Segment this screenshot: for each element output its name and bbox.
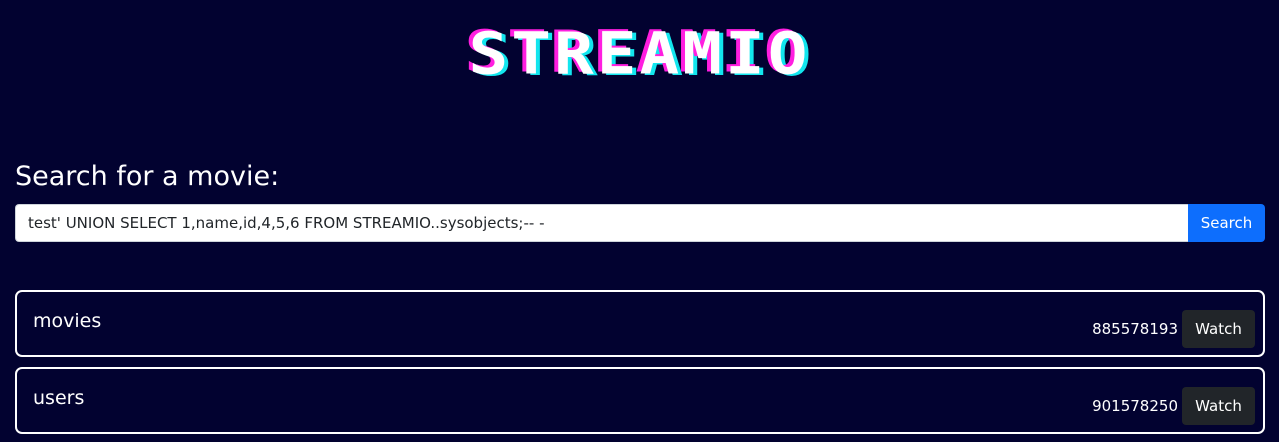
result-id: 885578193 (1092, 320, 1178, 338)
search-form: Search (15, 204, 1265, 242)
search-input[interactable] (15, 204, 1188, 242)
streamio-logo[interactable]: STREAMIO (469, 25, 811, 83)
header: STREAMIO (0, 24, 1279, 88)
results-list: movies 885578193 Watch users 901578250 W… (15, 290, 1265, 442)
result-meta: 901578250 Watch (1092, 387, 1255, 425)
search-button[interactable]: Search (1188, 204, 1265, 242)
list-item: movies 885578193 Watch (15, 290, 1265, 357)
watch-button[interactable]: Watch (1182, 387, 1255, 425)
search-title: Search for a movie: (15, 161, 280, 192)
result-name: users (33, 387, 85, 409)
page: STREAMIO Search for a movie: Search movi… (0, 0, 1279, 442)
result-name: movies (33, 310, 102, 332)
result-id: 901578250 (1092, 397, 1178, 415)
list-item: users 901578250 Watch (15, 367, 1265, 434)
watch-button[interactable]: Watch (1182, 310, 1255, 348)
result-meta: 885578193 Watch (1092, 310, 1255, 348)
